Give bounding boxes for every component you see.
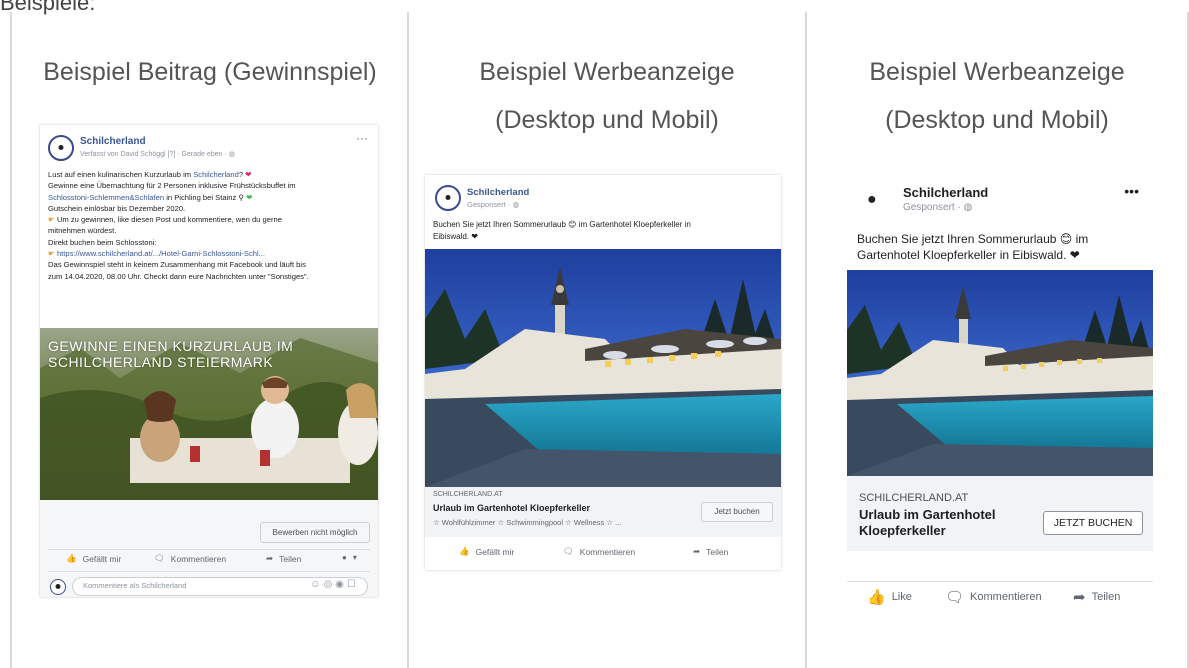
column-title: Beispiel Werbeanzeige xyxy=(869,58,1125,86)
post-photo[interactable]: GEWINNE EINEN KURZURLAUB IM SCHILCHERLAN… xyxy=(40,328,378,500)
cta-book-now-button[interactable]: JETZT BUCHEN xyxy=(1043,511,1143,535)
share-button[interactable]: ➦ Teilen xyxy=(266,553,301,564)
heart-eyes-emoji: ❤ xyxy=(245,170,252,179)
column-title: Beispiel Werbeanzeige xyxy=(479,58,735,86)
share-icon: ➦ xyxy=(1073,589,1086,606)
chevron-down-icon: ▾ xyxy=(352,553,357,562)
comment-icon: 🗨 xyxy=(154,553,165,563)
column-desktop-ad: Beispiel Werbeanzeige (Desktop und Mobil… xyxy=(407,12,805,668)
pointing-hand-emoji: ☛ xyxy=(48,249,55,259)
thumbs-up-icon: 👍 xyxy=(459,546,470,556)
comment-icon: 🗨 xyxy=(563,546,574,556)
like-button[interactable]: 👍 Gefällt mir xyxy=(459,546,514,557)
pin-emoji: ⚲ xyxy=(238,192,244,202)
desktop-ad-card: Schilcherland Gesponsert · ◍ Buchen Sie … xyxy=(425,175,781,570)
pointing-hand-emoji: ☛ xyxy=(48,215,55,225)
post-text: Lust auf einen kulinarischen Kurzurlaub … xyxy=(48,170,309,281)
link-domain: SCHILCHERLAND.AT xyxy=(433,491,503,498)
thumbs-up-icon: 👍 xyxy=(867,589,886,606)
globe-icon: ◍ xyxy=(228,151,235,158)
divider xyxy=(48,571,370,572)
link-domain: SCHILCHERLAND.AT xyxy=(859,492,969,504)
column-subtitle: (Desktop und Mobil) xyxy=(495,106,719,134)
page-name[interactable]: Schilcherland xyxy=(80,136,146,147)
cta-book-now-button[interactable]: Jetzt buchen xyxy=(701,502,773,522)
mobile-ad-card: ● Schilcherland Gesponsert · ◍ ••• Buche… xyxy=(847,175,1153,551)
share-icon: ➦ xyxy=(266,553,274,563)
mention-link[interactable]: Schilcherland xyxy=(193,170,239,179)
column-mobile-ad: Beispiel Werbeanzeige (Desktop und Mobil… xyxy=(805,12,1189,668)
sponsored-label: Gesponsert · ◍ xyxy=(467,200,519,209)
comment-input-icons[interactable]: ☺◎◉☐ xyxy=(310,579,359,590)
ad-text: Buchen Sie jetzt Ihren Sommerurlaub 😊 im… xyxy=(433,220,691,241)
post-meta: Verfasst von David Schöggl [?] · Gerade … xyxy=(80,151,235,158)
comment-input[interactable]: Kommentiere als Schilcherland ☺◎◉☐ xyxy=(72,577,368,596)
share-button[interactable]: ➦ Teilen xyxy=(693,546,728,557)
facebook-post-card: Schilcherland Verfasst von David Schöggl… xyxy=(40,125,378,597)
more-options-icon[interactable]: ••• xyxy=(1124,183,1139,199)
page-avatar-icon[interactable]: ● xyxy=(867,191,877,209)
link-description: ☆ Wohlfühlzimmer ☆ Schwimmingpool ☆ Well… xyxy=(433,518,622,527)
link-headline[interactable]: Urlaub im Gartenhotel Kloepferkeller xyxy=(433,503,590,513)
ad-photo-hotel-pool[interactable] xyxy=(847,270,1153,476)
booking-link[interactable]: https://www.schilcherland.at/.../Hotel-G… xyxy=(57,249,265,258)
photo-overlay-text: GEWINNE EINEN KURZURLAUB IM SCHILCHERLAN… xyxy=(48,338,294,370)
page-avatar[interactable] xyxy=(48,135,74,161)
share-icon: ➦ xyxy=(693,546,701,556)
ad-text: Buchen Sie jetzt Ihren Sommerurlaub 😊 im… xyxy=(857,232,1089,262)
mention-link-hotel[interactable]: Schlosstoni-Schlemmen&Schlafen xyxy=(48,193,164,202)
comment-button[interactable]: 🗨 Kommentieren xyxy=(154,553,226,564)
like-button[interactable]: 👍 Gefällt mir xyxy=(66,553,121,564)
link-headline[interactable]: Urlaub im Gartenhotel Kloepferkeller xyxy=(859,507,996,539)
ad-photo-hotel-pool[interactable] xyxy=(425,249,781,487)
like-button[interactable]: 👍 Like xyxy=(867,588,912,606)
thumbs-up-icon: 👍 xyxy=(66,553,77,563)
sponsored-label: Gesponsert · ◍ xyxy=(903,202,973,213)
page-name[interactable]: Schilcherland xyxy=(467,187,529,198)
avatar-small-icon: ● xyxy=(342,553,347,562)
column-title: Beispiel Beitrag (Gewinnspiel) xyxy=(43,58,377,86)
page-name[interactable]: Schilcherland xyxy=(903,185,988,200)
page-avatar[interactable] xyxy=(435,185,461,211)
globe-icon: ◍ xyxy=(512,200,519,209)
apply-button[interactable]: Bewerben nicht möglich xyxy=(260,522,370,543)
divider xyxy=(847,581,1153,582)
more-options-icon[interactable]: ··· xyxy=(356,131,368,145)
commenter-avatar xyxy=(50,579,66,595)
comment-button[interactable]: 🗨 Kommentieren xyxy=(563,546,635,557)
audience-dropdown[interactable]: ● ▾ xyxy=(342,553,357,562)
share-button[interactable]: ➦ Teilen xyxy=(1073,588,1120,606)
column-subtitle: (Desktop und Mobil) xyxy=(885,106,1109,134)
comment-icon: 🗨 xyxy=(945,589,965,606)
comment-button[interactable]: 🗨 Kommentieren xyxy=(945,588,1042,606)
green-heart-emoji: ❤ xyxy=(246,192,253,202)
divider xyxy=(48,549,370,550)
column-post-example: Beispiel Beitrag (Gewinnspiel) Schilcher… xyxy=(10,12,408,668)
globe-icon: ◍ xyxy=(963,202,973,213)
